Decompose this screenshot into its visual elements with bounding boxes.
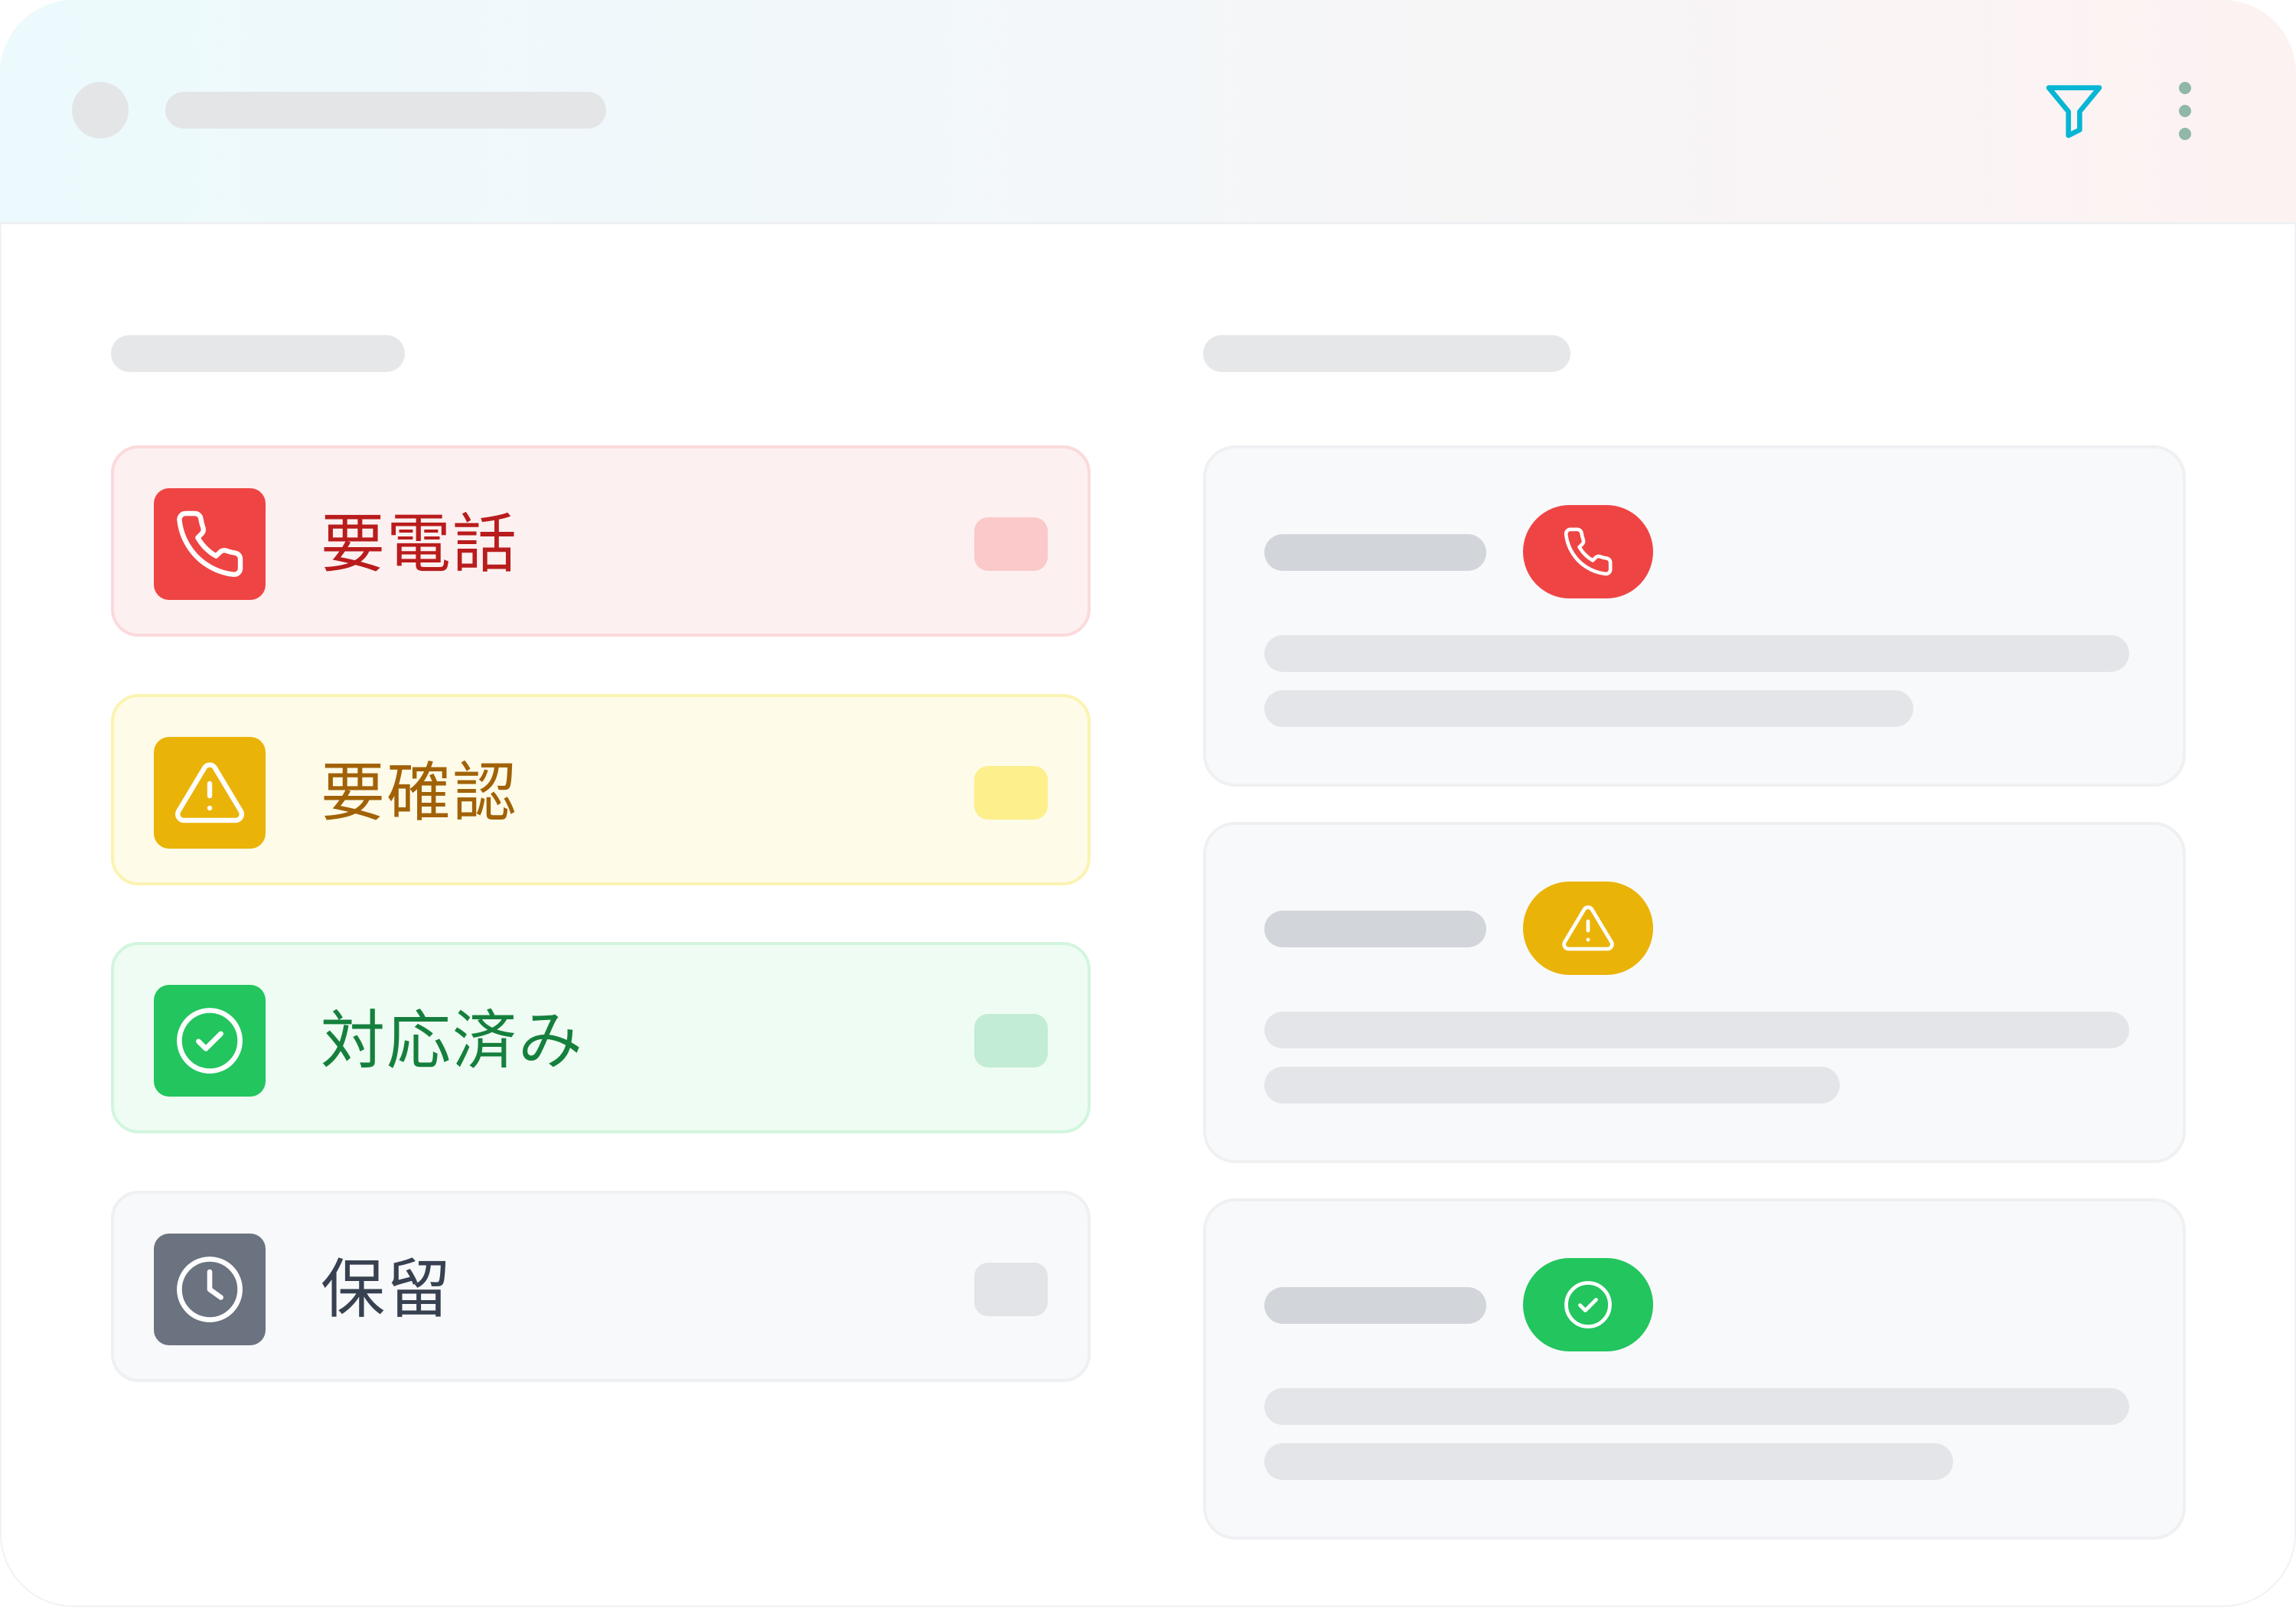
status-count-chip	[974, 1263, 1048, 1316]
phone-icon	[1564, 527, 1613, 576]
card-text-placeholder	[1264, 635, 2129, 672]
status-label: 対応済み	[321, 1003, 585, 1078]
card-title-placeholder	[1264, 911, 1486, 947]
filter-button[interactable]	[2036, 73, 2112, 147]
alert-triangle-icon	[1562, 905, 1614, 951]
ticket-card[interactable]	[1203, 822, 2186, 1163]
left-section-heading-placeholder	[111, 335, 405, 372]
status-count-chip	[974, 1014, 1048, 1068]
status-badge	[1523, 882, 1653, 975]
status-icon-box	[154, 985, 266, 1097]
ticket-card[interactable]	[1203, 1198, 2186, 1540]
status-badge	[1523, 505, 1653, 598]
status-item-resolved[interactable]: 対応済み	[111, 942, 1091, 1133]
status-badge	[1523, 1258, 1653, 1351]
card-text-placeholder	[1264, 690, 1913, 727]
status-label: 要確認	[321, 755, 519, 830]
app-window: 要電話 要確認 対応済み 保留	[0, 0, 2296, 1607]
status-count-chip	[974, 766, 1048, 820]
more-vertical-icon	[2179, 82, 2191, 140]
filter-icon	[2046, 85, 2102, 139]
status-icon-box	[154, 1234, 266, 1345]
status-icon-box	[154, 737, 266, 849]
header-title-placeholder	[165, 92, 606, 129]
card-text-placeholder	[1264, 1012, 2129, 1048]
status-item-needs-check[interactable]: 要確認	[111, 694, 1091, 885]
check-circle-icon	[1564, 1281, 1612, 1328]
status-label: 保留	[321, 1252, 453, 1327]
status-count-chip	[974, 517, 1048, 571]
status-label: 要電話	[321, 507, 519, 582]
status-icon-box	[154, 488, 266, 600]
check-circle-icon	[177, 1008, 243, 1074]
avatar-placeholder	[72, 82, 129, 139]
more-options-button[interactable]	[2154, 77, 2216, 145]
clock-icon	[177, 1257, 243, 1322]
right-section-heading-placeholder	[1203, 335, 1570, 372]
card-title-placeholder	[1264, 534, 1486, 571]
status-item-call-required[interactable]: 要電話	[111, 445, 1091, 637]
ticket-card[interactable]	[1203, 445, 2186, 787]
alert-triangle-icon	[175, 762, 244, 823]
phone-icon	[177, 510, 243, 577]
card-text-placeholder	[1264, 1067, 1840, 1103]
card-text-placeholder	[1264, 1443, 1953, 1480]
header-bar	[0, 0, 2296, 224]
card-title-placeholder	[1264, 1287, 1486, 1324]
status-item-on-hold[interactable]: 保留	[111, 1191, 1091, 1382]
card-text-placeholder	[1264, 1388, 2129, 1425]
